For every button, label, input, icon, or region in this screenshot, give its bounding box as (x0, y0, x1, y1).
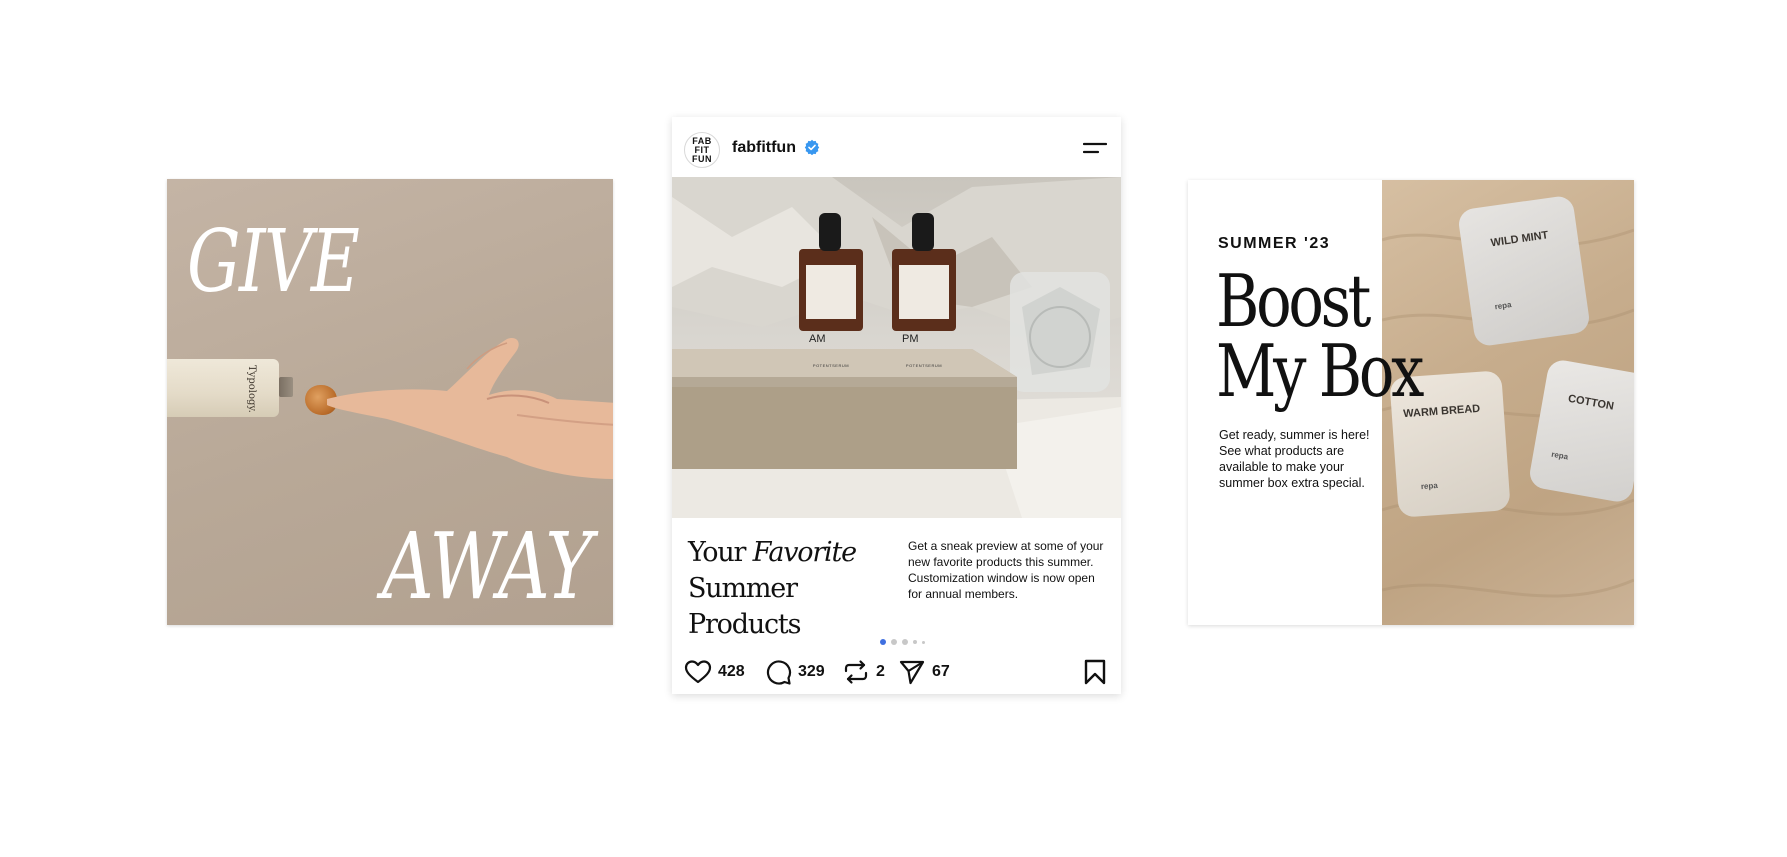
bookmark-icon[interactable] (1083, 659, 1107, 685)
tube-cap-image (279, 377, 293, 397)
body-text: Get ready, summer is here! See what prod… (1219, 428, 1370, 490)
repost-icon (844, 660, 868, 684)
heart-icon (684, 660, 712, 684)
caption-title-italic: Favorite (752, 537, 857, 568)
candle-brand-warm-bread: repa (1420, 480, 1439, 492)
product-photo-scene (672, 177, 1121, 518)
tube-brand-label: Typology. (246, 365, 257, 413)
boost-my-box-post-card[interactable]: WILD MINT repa WARM BREAD repa COTTON re… (1188, 180, 1634, 625)
eyebrow-summer: SUMMER '23 (1218, 235, 1331, 252)
candle-label-cotton: COTTON (1567, 392, 1615, 413)
bottle-brand-right: POTENTSERUM (905, 363, 943, 368)
caption-body: Get a sneak preview at some of your new … (908, 539, 1104, 601)
caption-title-plain: Your (688, 537, 753, 568)
share-count: 67 (932, 663, 950, 680)
headline-away: AWAY (381, 513, 593, 620)
comment-icon (766, 660, 792, 685)
like-button[interactable]: 428 (684, 657, 745, 687)
username-link[interactable]: fabfitfun (732, 139, 796, 157)
hand-image (327, 338, 613, 479)
giveaway-post-card[interactable]: GIVE Typology. AWAY (167, 179, 613, 625)
bottle-label-pm: PM (902, 333, 919, 345)
carousel-dot[interactable] (902, 639, 908, 645)
send-icon (899, 660, 925, 685)
candle-wild-mint-image: WILD MINT repa (1456, 194, 1592, 348)
avatar-line-3: FUN (692, 153, 712, 164)
post-header: FAB FIT FUN fabfitfun (672, 117, 1121, 177)
carousel-dot[interactable] (891, 639, 897, 645)
repost-button[interactable]: 2 (842, 657, 885, 687)
post-photo[interactable]: AM PM POTENTSERUM POTENTSERUM (672, 177, 1121, 518)
verified-badge-icon (804, 139, 820, 155)
comment-button[interactable]: 329 (764, 657, 825, 687)
comment-count: 329 (798, 663, 825, 680)
post-actions: 428 329 2 67 (672, 657, 1121, 687)
headline-line-2: My Box (1216, 329, 1424, 413)
repost-count: 2 (876, 663, 885, 680)
carousel-indicator (880, 638, 925, 646)
candle-brand-wild-mint: repa (1494, 300, 1513, 312)
headline-boost-my-box: Boost My Box (1216, 265, 1424, 407)
share-button[interactable]: 67 (898, 657, 950, 687)
instagram-post: FAB FIT FUN fabfitfun AM PM POTENTSERUM … (672, 117, 1121, 694)
caption-title: Your Favorite Summer Products (688, 535, 898, 643)
bottle-label-am: AM (809, 333, 826, 345)
headline-give: GIVE (187, 212, 360, 312)
menu-icon[interactable] (1083, 141, 1107, 155)
avatar[interactable]: FAB FIT FUN (684, 132, 720, 168)
like-count: 428 (718, 663, 745, 680)
bottle-brand-left: POTENTSERUM (812, 363, 850, 368)
carousel-dot[interactable] (922, 640, 925, 644)
caption-title-line2: Summer Products (688, 573, 801, 640)
carousel-dot-active[interactable] (880, 639, 886, 645)
candle-label-wild-mint: WILD MINT (1489, 229, 1550, 250)
carousel-dot[interactable] (913, 640, 917, 644)
product-tube-image: Typology. (167, 359, 279, 417)
candle-brand-cotton: repa (1550, 449, 1569, 462)
